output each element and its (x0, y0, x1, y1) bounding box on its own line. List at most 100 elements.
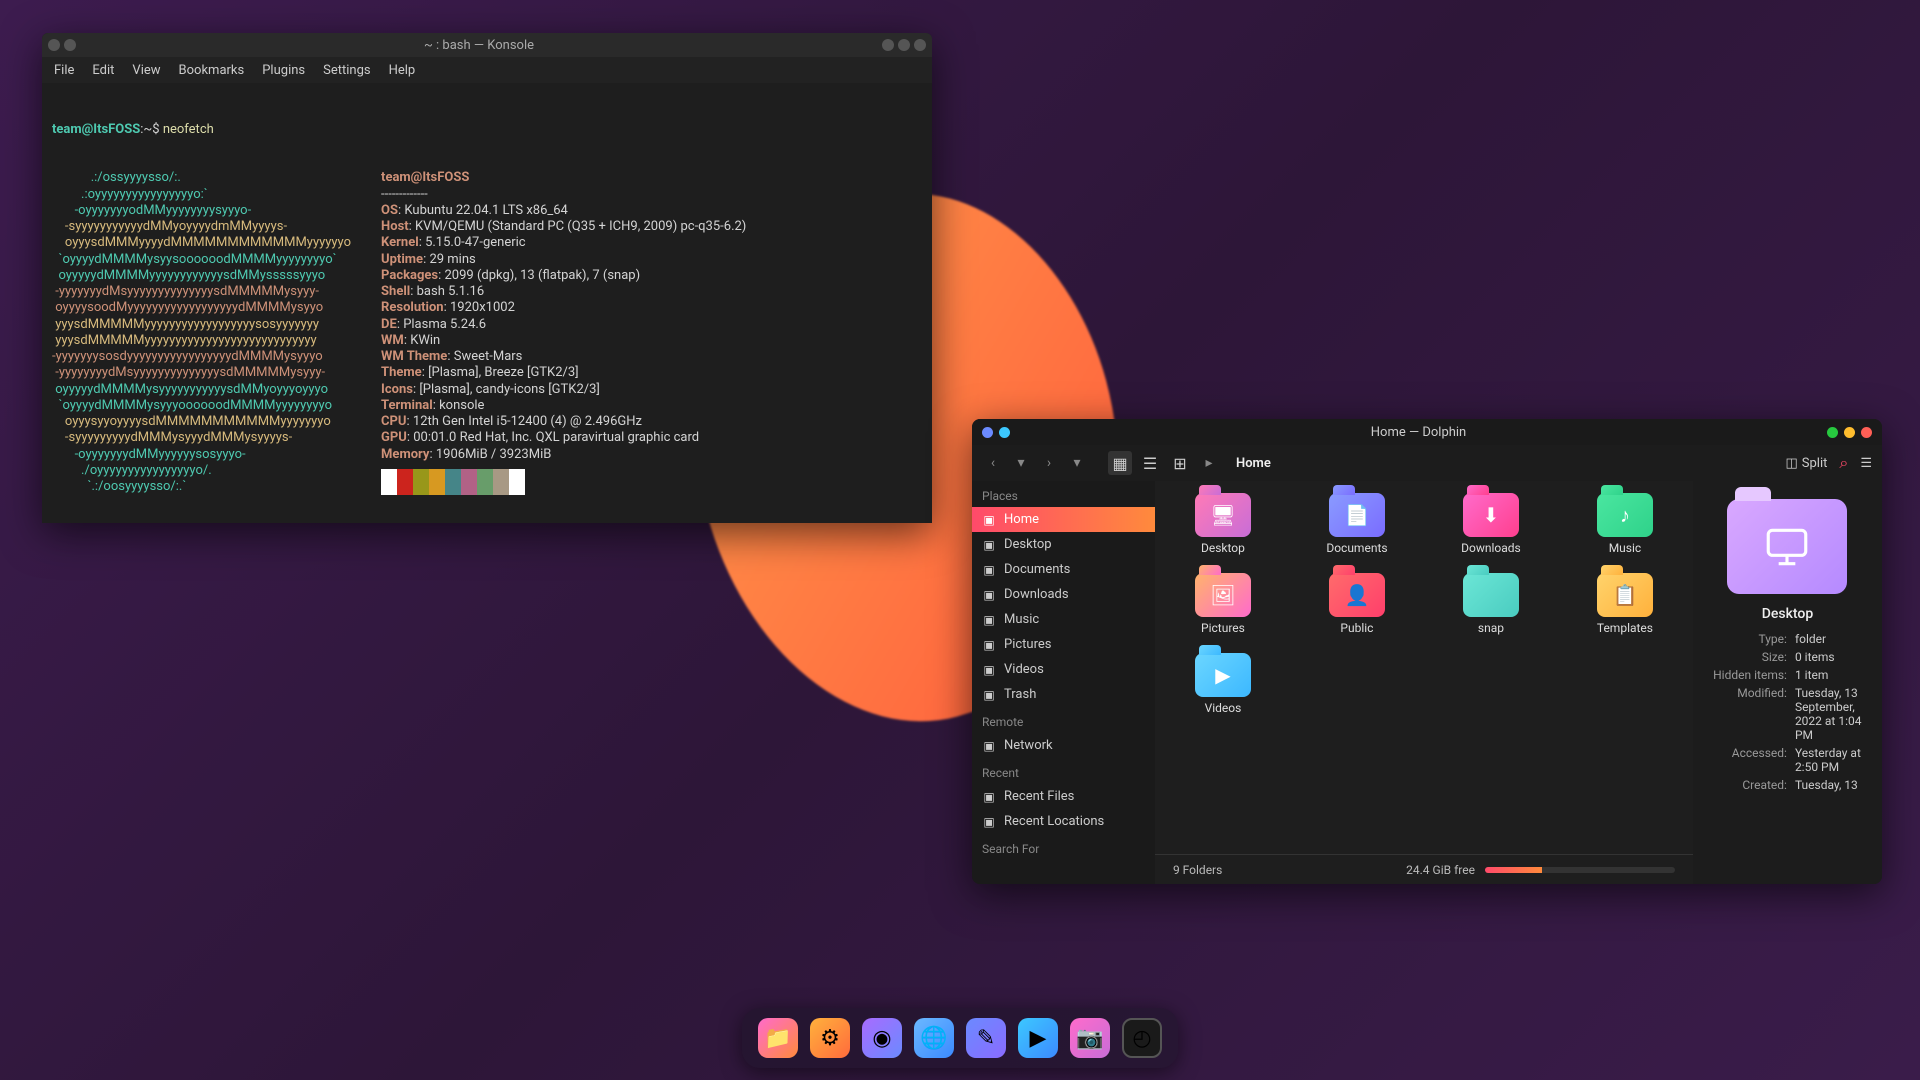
sidebar-item-label: Network (1004, 738, 1053, 753)
sidebar-item-trash[interactable]: ▣Trash (972, 682, 1155, 707)
folder-music[interactable]: ♪Music (1565, 493, 1685, 555)
icon-view-button[interactable]: ▦ (1108, 451, 1132, 475)
forward-button[interactable]: › (1038, 452, 1060, 474)
split-button[interactable]: ◫Split (1785, 456, 1827, 471)
sidebar-item-recent-files[interactable]: ▣Recent Files (972, 784, 1155, 809)
folder-templates[interactable]: 📋Templates (1565, 573, 1685, 635)
details-view-button[interactable]: ⊞ (1168, 451, 1192, 475)
menu-view[interactable]: View (132, 63, 160, 78)
neofetch-row: Memory: 1906MiB / 3923MiB (381, 447, 746, 463)
sidebar-item-label: Documents (1004, 562, 1070, 577)
maximize-button[interactable] (898, 39, 910, 51)
neofetch-row: OS: Kubuntu 22.04.1 LTS x86_64 (381, 203, 746, 219)
terminal-app[interactable]: ▶ (1018, 1018, 1058, 1058)
neofetch-row: Terminal: konsole (381, 398, 746, 414)
neofetch-row: WM: KWin (381, 333, 746, 349)
neofetch-row: GPU: 00:01.0 Red Hat, Inc. QXL paravirtu… (381, 430, 746, 446)
neofetch-sep: ------------- (381, 187, 746, 203)
neofetch-row: CPU: 12th Gen Intel i5-12400 (4) @ 2.496… (381, 414, 746, 430)
folder-icon (1463, 573, 1519, 617)
meta-row: Type:folder (1707, 632, 1868, 646)
meta-row: Accessed:Yesterday at 2:50 PM (1707, 746, 1868, 774)
prompt-user: team@ItsFOSS (52, 122, 140, 137)
terminal-area[interactable]: team@ItsFOSS:~$ neofetch .:/ossyyyysso/:… (42, 83, 932, 523)
settings-app[interactable]: ⚙ (810, 1018, 850, 1058)
dolphin-main[interactable]: 🖥Desktop 📄 Documents ⬇ Downloads ♪Music 🖼Pictu… (1155, 481, 1693, 884)
konsole-menubar: File Edit View Bookmarks Plugins Settings Help (42, 57, 932, 83)
folder-icon: ♪ (1597, 493, 1653, 537)
neofetch-row: Uptime: 29 mins (381, 252, 746, 268)
folder-public[interactable]: 👤Public (1297, 573, 1417, 635)
details-panel: Desktop Type:folderSize:0 itemsHidden it… (1693, 481, 1882, 884)
close-button[interactable] (1861, 427, 1872, 438)
folder-icon: 📄 (1329, 493, 1385, 537)
compact-view-button[interactable]: ☰ (1138, 451, 1162, 475)
back-button[interactable]: ‹ (982, 452, 1004, 474)
media-app[interactable]: ◉ (862, 1018, 902, 1058)
konsole-titlebar[interactable]: ~ : bash — Konsole (42, 33, 932, 57)
sidebar-item-network[interactable]: ▣Network (972, 733, 1155, 758)
browser-app[interactable]: 🌐 (914, 1018, 954, 1058)
folder-icon: ⬇ (1463, 493, 1519, 537)
dolphin-toolbar: ‹ ▾ › ▾ ▦ ☰ ⊞ ▸ Home ◫Split ⌕ ☰ (972, 445, 1882, 481)
close-button[interactable] (914, 39, 926, 51)
neofetch-row: Shell: bash 5.1.16 (381, 284, 746, 300)
sidebar-item-home[interactable]: ▣Home (972, 507, 1155, 532)
menu-file[interactable]: File (54, 63, 74, 78)
breadcrumb-caret-icon[interactable]: ▸ (1198, 452, 1220, 474)
konsole-window: ~ : bash — Konsole File Edit View Bookmarks… (42, 33, 932, 523)
details-preview-icon (1727, 499, 1847, 594)
videos-icon: ▣ (982, 663, 996, 677)
sidebar-remote-head: Remote (972, 707, 1155, 733)
search-button[interactable]: ⌕ (1839, 453, 1848, 473)
clock-app[interactable]: ◴ (1122, 1018, 1162, 1058)
folder-desktop[interactable]: 🖥Desktop (1163, 493, 1283, 555)
sidebar-item-label: Home (1004, 512, 1039, 527)
folder-icon: 👤 (1329, 573, 1385, 617)
editor-app[interactable]: ✎ (966, 1018, 1006, 1058)
neofetch-info: team@ItsFOSS ------------- OS: Kubuntu 2… (361, 170, 746, 495)
sidebar-item-videos[interactable]: ▣Videos (972, 657, 1155, 682)
sidebar-item-music[interactable]: ▣Music (972, 607, 1155, 632)
menu-settings[interactable]: Settings (323, 63, 370, 78)
neofetch-row: Theme: [Plasma], Breeze [GTK2/3] (381, 365, 746, 381)
recent-locations-icon: ▣ (982, 815, 996, 829)
folder-snap[interactable]: snap (1431, 573, 1551, 635)
status-disk: 24.4 GiB free (1406, 863, 1475, 877)
menu-plugins[interactable]: Plugins (262, 63, 305, 78)
neofetch-row: Icons: [Plasma], candy-icons [GTK2/3] (381, 382, 746, 398)
folder-pictures[interactable]: 🖼Pictures (1163, 573, 1283, 635)
folder-downloads[interactable]: ⬇ Downloads (1431, 493, 1551, 555)
folder-videos[interactable]: ▶Videos (1163, 653, 1283, 715)
dolphin-titlebar[interactable]: Home — Dolphin (972, 419, 1882, 445)
neofetch-ascii: .:/ossyyyysso/:. .:oyyyyyyyyyyyyyyyyo:` … (52, 170, 351, 495)
minimize-button[interactable] (1827, 427, 1838, 438)
pictures-icon: ▣ (982, 638, 996, 652)
window-pin-icon[interactable] (999, 427, 1010, 438)
prompt-path: :~$ (140, 122, 159, 137)
hamburger-menu-button[interactable]: ☰ (1860, 456, 1872, 471)
sidebar-item-documents[interactable]: ▣Documents (972, 557, 1155, 582)
forward-history-button[interactable]: ▾ (1066, 452, 1088, 474)
split-label: Split (1802, 456, 1828, 471)
sidebar-item-recent-locations[interactable]: ▣Recent Locations (972, 809, 1155, 834)
screenshot-app[interactable]: 📷 (1070, 1018, 1110, 1058)
menu-bookmarks[interactable]: Bookmarks (179, 63, 245, 78)
sidebar-item-pictures[interactable]: ▣Pictures (972, 632, 1155, 657)
files-app[interactable]: 📁 (758, 1018, 798, 1058)
meta-row: Size:0 items (1707, 650, 1868, 664)
music-icon: ▣ (982, 613, 996, 627)
neofetch-row: DE: Plasma 5.24.6 (381, 317, 746, 333)
window-pin-icon[interactable] (64, 39, 76, 51)
back-history-button[interactable]: ▾ (1010, 452, 1032, 474)
minimize-button[interactable] (882, 39, 894, 51)
folder-label: Downloads (1461, 541, 1521, 555)
sidebar-item-downloads[interactable]: ▣Downloads (972, 582, 1155, 607)
menu-help[interactable]: Help (389, 63, 416, 78)
menu-edit[interactable]: Edit (92, 63, 114, 78)
maximize-button[interactable] (1844, 427, 1855, 438)
sidebar-item-desktop[interactable]: ▣Desktop (972, 532, 1155, 557)
folder-label: Documents (1326, 541, 1387, 555)
breadcrumb[interactable]: Home (1236, 456, 1271, 471)
folder-documents[interactable]: 📄 Documents (1297, 493, 1417, 555)
